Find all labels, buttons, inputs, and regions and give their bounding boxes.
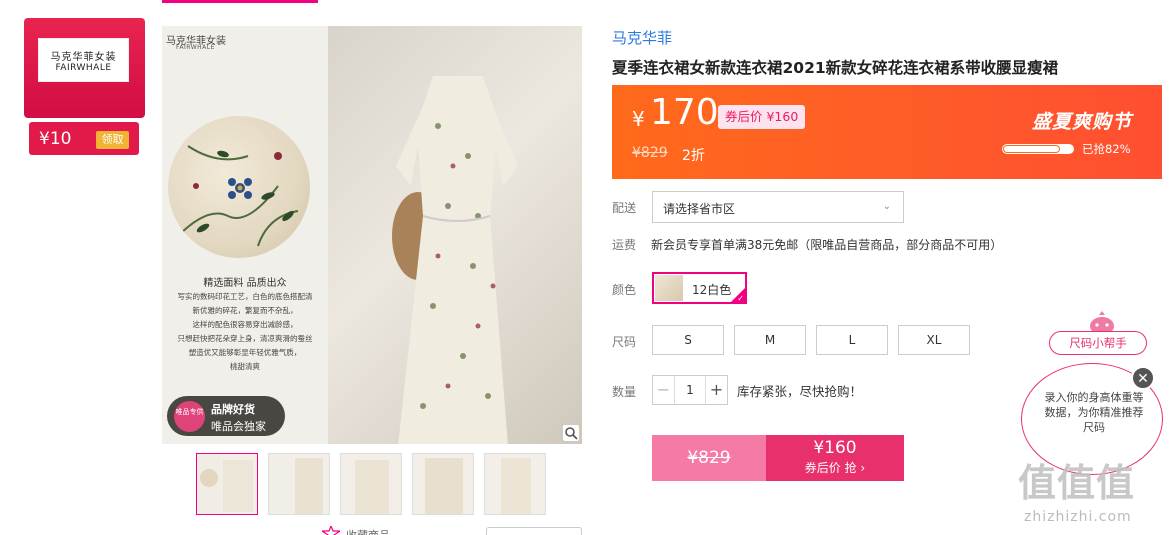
exclusive-badge-line2: 唯品会独家 xyxy=(211,420,266,433)
shipping-info: 新会员专享首单满38元免邮（限唯品自营商品，部分商品不可用） xyxy=(651,238,1003,252)
size-option[interactable]: XL xyxy=(898,325,970,355)
quantity-input[interactable]: 1 xyxy=(675,383,705,397)
favorite-link[interactable]: 收藏商品 xyxy=(346,527,390,535)
close-icon[interactable]: ✕ xyxy=(1131,366,1155,390)
fabric-desc-line: 新优雅的碎花，繁复而不杂乱， xyxy=(192,306,298,315)
size-option[interactable]: S xyxy=(652,325,724,355)
quantity-stepper: − 1 + xyxy=(652,375,728,405)
increase-button[interactable]: + xyxy=(705,376,727,404)
buy-with-coupon-button[interactable]: ¥160 券后价 抢 › xyxy=(766,435,904,481)
model-photo xyxy=(328,26,582,444)
fabric-description: 写实的数码印花工艺，白色的底色搭配清 新优雅的碎花，繁复而不杂乱， 这样的配色很… xyxy=(166,290,324,374)
sale-price: 170 xyxy=(650,92,719,133)
brand-logo[interactable]: 马克华菲女装 FAIRWHALE xyxy=(38,38,129,82)
discount-label: 2折 xyxy=(682,148,705,164)
sold-progress-text: 已抢82% xyxy=(1082,142,1131,156)
image-brand-en: FAIRWHALE xyxy=(176,44,215,51)
buy-coupon-price: ¥160 xyxy=(813,438,857,458)
fabric-desc-line: 写实的数码印花工艺，白色的底色搭配清 xyxy=(177,292,313,301)
brand-coupon-card[interactable]: 马克华菲女装 FAIRWHALE ¥10 领取 xyxy=(24,18,145,158)
after-coupon-price: 券后价 ¥160 xyxy=(718,105,806,129)
size-label: 尺码 xyxy=(612,335,637,349)
thumbnail[interactable] xyxy=(196,453,258,515)
coupon-strip[interactable]: ¥10 领取 xyxy=(29,122,139,155)
thumbnail[interactable] xyxy=(268,453,330,515)
product-page: 马克华菲女装 FAIRWHALE ¥10 领取 马克华菲女装 FAIRWHALE xyxy=(0,0,1175,535)
size-option[interactable]: M xyxy=(734,325,806,355)
price-banner: ¥ 170 券后价 ¥160 ¥829 2折 盛夏爽购节 已抢82% xyxy=(612,85,1162,179)
size-option[interactable]: L xyxy=(816,325,888,355)
active-tab-indicator xyxy=(162,0,318,3)
exclusive-badge-icon: 唯品专供 xyxy=(174,401,205,432)
exclusive-badge: 唯品专供 品牌好货 唯品会独家 xyxy=(167,396,285,436)
decrease-button[interactable]: − xyxy=(653,376,675,404)
fabric-desc-line: 塑造优又能够彰显年轻优雅气质， xyxy=(188,348,302,357)
brand-card[interactable]: 马克华菲女装 FAIRWHALE xyxy=(24,18,145,118)
watermark-url: zhizhizhi.com xyxy=(1024,509,1132,525)
brand-link[interactable]: 马克华菲 xyxy=(612,27,672,48)
fabric-closeup xyxy=(168,116,310,258)
shipping-label: 运费 xyxy=(612,238,637,252)
watermark: 值值值 xyxy=(1018,461,1136,505)
thumbnail[interactable] xyxy=(484,453,546,515)
thumbnail[interactable] xyxy=(340,453,402,515)
fabric-desc-line: 这样的配色很容易穿出减龄感， xyxy=(192,320,298,329)
color-option-label: 12白色 xyxy=(692,283,732,297)
sold-progress-bar xyxy=(1002,144,1074,154)
original-price: ¥829 xyxy=(632,145,668,161)
product-title: 夏季连衣裙女新款连衣裙2021新款女碎花连衣裙系带收腰显瘦裙 xyxy=(612,59,1059,77)
event-title: 盛夏爽购节 xyxy=(1031,111,1132,133)
buy-original-price-button[interactable]: ¥829 xyxy=(652,435,766,481)
zoom-icon[interactable] xyxy=(563,425,579,441)
coupon-amount: ¥10 xyxy=(39,129,72,149)
quantity-label: 数量 xyxy=(612,385,637,399)
claim-coupon-button[interactable]: 领取 xyxy=(96,131,129,149)
region-select[interactable]: 请选择省市区 ⌄ xyxy=(652,191,904,223)
star-icon[interactable] xyxy=(322,526,340,535)
color-label: 颜色 xyxy=(612,283,637,297)
buy-coupon-label: 券后价 抢 › xyxy=(804,461,866,475)
size-helper-text: 录入你的身高体重等数据，为你精准推荐尺码 xyxy=(1044,391,1144,434)
fabric-desc-line: 只想赶快把花朵穿上身，清凉爽滑的蚕丝 xyxy=(177,334,313,343)
price-currency: ¥ xyxy=(632,107,645,131)
size-helper-tag[interactable]: 尺码小帮手 xyxy=(1049,331,1147,355)
image-info-panel: 马克华菲女装 FAIRWHALE 精选面料 品质出众 写实的数码印花工艺，白色的… xyxy=(162,26,328,444)
brand-logo-en: FAIRWHALE xyxy=(55,63,112,73)
region-select-value: 请选择省市区 xyxy=(663,202,736,216)
brand-logo-cn: 马克华菲女装 xyxy=(50,52,117,63)
fabric-title: 精选面料 品质出众 xyxy=(203,278,287,289)
thumbnail-strip xyxy=(196,453,546,515)
check-icon: ✓ xyxy=(737,294,744,303)
color-option[interactable]: 12白色 ✓ xyxy=(652,272,747,304)
color-swatch xyxy=(655,275,683,301)
sold-progress-fill xyxy=(1003,145,1061,153)
chevron-down-icon: ⌄ xyxy=(882,201,891,212)
delivery-label: 配送 xyxy=(612,201,637,215)
share-button[interactable] xyxy=(486,527,582,535)
fabric-desc-line: 桃甜清爽 xyxy=(230,362,260,371)
exclusive-badge-line1: 品牌好货 xyxy=(211,403,255,416)
thumbnail[interactable] xyxy=(412,453,474,515)
stock-note: 库存紧张，尽快抢购！ xyxy=(737,384,863,399)
main-product-image[interactable]: 马克华菲女装 FAIRWHALE 精选面料 品质出众 写实的数码印花工艺，白色的… xyxy=(162,26,582,444)
dress-illustration xyxy=(392,76,518,444)
